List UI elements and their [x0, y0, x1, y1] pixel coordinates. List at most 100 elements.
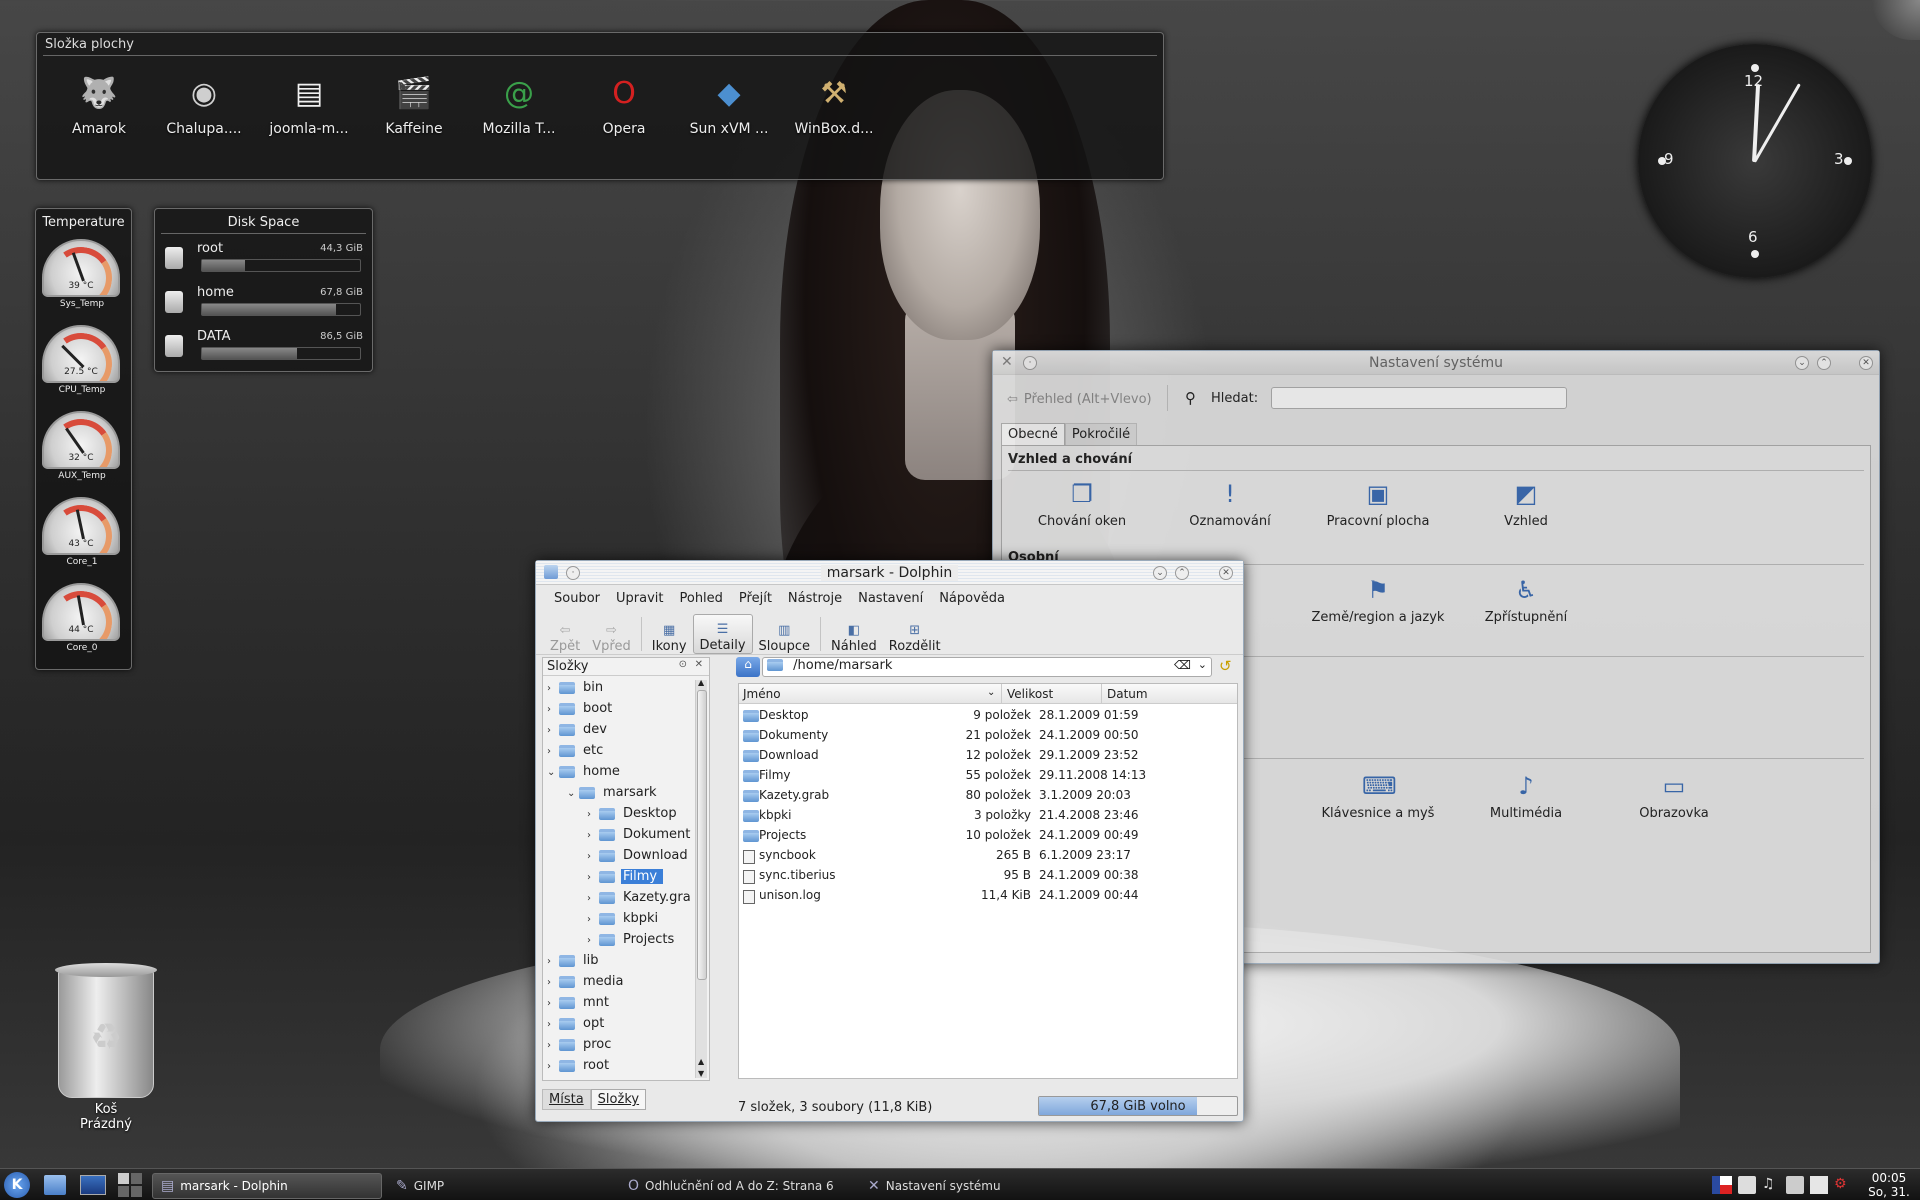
expand-arrow-icon[interactable]: › [547, 1019, 559, 1030]
expand-arrow-icon[interactable]: › [547, 704, 559, 715]
menu-item[interactable]: Pohled [671, 591, 730, 606]
settings-category[interactable]: ▣ Pracovní plocha [1308, 478, 1448, 529]
network-icon[interactable] [1786, 1176, 1804, 1194]
file-row[interactable]: Download 12 položek 29.1.2009 23:52 [741, 748, 1147, 764]
tree-item[interactable]: › bin [547, 680, 609, 697]
tree-item[interactable]: › root [547, 1058, 615, 1075]
file-row[interactable]: kbpki 3 položky 21.4.2008 23:46 [741, 808, 1147, 824]
toolbar-button[interactable]: ◧ Náhled [825, 614, 883, 654]
file-row[interactable]: syncbook 265 B 6.1.2009 23:17 [741, 848, 1147, 864]
tree-item[interactable]: › opt [547, 1016, 610, 1033]
desktop-icon[interactable]: @ Mozilla T... [471, 69, 567, 138]
scroll-up-icon[interactable]: ▲ [698, 678, 704, 687]
desktop-icon[interactable]: ▤ joomla-m... [261, 69, 357, 138]
dolphin-close-button[interactable]: ✕ [1219, 566, 1233, 580]
tree-item[interactable]: › Kazety.grab [587, 890, 691, 907]
tree-item[interactable]: › mnt [547, 995, 615, 1012]
panel-float-icon[interactable]: ⊙ [679, 659, 687, 670]
settings-category[interactable]: ⌨ Klávesnice a myš [1308, 770, 1448, 821]
toolbar-button[interactable]: ⇨ Vpřed [586, 614, 636, 654]
tree-item[interactable]: › Filmy [587, 869, 664, 886]
menu-item[interactable]: Nástroje [780, 591, 850, 606]
taskbar-task[interactable]: ✎ GIMP [388, 1173, 608, 1199]
settings-category[interactable]: ♿ Zpřístupnění [1456, 574, 1596, 625]
desktop-icon[interactable]: ◉ Chalupa.... [156, 69, 252, 138]
expand-arrow-icon[interactable]: › [547, 1040, 559, 1051]
expand-arrow-icon[interactable]: › [587, 914, 599, 925]
toolbar-button[interactable]: ☰ Detaily [692, 614, 753, 654]
app-icon[interactable]: @ [495, 69, 543, 117]
tree-item[interactable]: › Desktop [587, 806, 683, 823]
settings-minimize-button[interactable]: ⌄ [1795, 356, 1809, 370]
tab-advanced[interactable]: Pokročilé [1064, 423, 1138, 445]
tree-scrollbar[interactable]: ▲ ▲ ▼ [695, 678, 707, 1078]
tree-item[interactable]: › Download [587, 848, 691, 865]
toolbar-button[interactable]: ⇦ Zpět [544, 614, 586, 654]
desktop-icon[interactable]: O Opera [576, 69, 672, 138]
file-row[interactable]: Projects 10 položek 24.1.2009 00:49 [741, 828, 1147, 844]
pager-icon[interactable] [118, 1173, 142, 1197]
desktop-icon[interactable]: ◆ Sun xVM ... [681, 69, 777, 138]
update-notifier-icon[interactable]: ⚙ [1834, 1176, 1852, 1194]
tab-places[interactable]: Místa [542, 1089, 591, 1110]
taskbar-task[interactable]: ✕ Nastavení systému [860, 1173, 1060, 1199]
file-row[interactable]: Dokumenty 21 položek 24.1.2009 00:50 [741, 728, 1147, 744]
tree-item[interactable]: ⌄ marsark [567, 785, 663, 802]
dolphin-minimize-button[interactable]: ⌄ [1153, 566, 1167, 580]
app-icon[interactable]: O [600, 69, 648, 117]
expand-arrow-icon[interactable]: › [547, 746, 559, 757]
app-icon[interactable]: 🐺 [75, 69, 123, 117]
toolbar-button[interactable]: ⊞ Rozdělit [883, 614, 947, 654]
dolphin-titlebar[interactable]: · marsark - Dolphin ⌄ ⌃ ✕ [536, 561, 1243, 585]
toolbar-button[interactable]: ▦ Ikony [646, 614, 693, 654]
column-size-header[interactable]: Velikost [1007, 687, 1053, 701]
expand-arrow-icon[interactable]: › [587, 872, 599, 883]
settings-close-button[interactable]: ✕ [1859, 356, 1873, 370]
column-date-header[interactable]: Datum [1107, 687, 1148, 701]
expand-arrow-icon[interactable]: ⌄ [567, 788, 579, 799]
expand-arrow-icon[interactable]: › [547, 956, 559, 967]
app-icon[interactable]: ⚒ [810, 69, 858, 117]
show-desktop-icon[interactable] [80, 1175, 106, 1195]
settings-titlebar[interactable]: ✕ · Nastavení systému ⌄ ⌃ ✕ [993, 351, 1879, 375]
location-dropdown-icon[interactable]: ⌄ [1198, 658, 1207, 671]
settings-maximize-button[interactable]: ⌃ [1817, 356, 1831, 370]
file-row[interactable]: Kazety.grab 80 položek 3.1.2009 20:03 [741, 788, 1147, 804]
file-row[interactable]: unison.log 11,4 KiB 24.1.2009 00:44 [741, 888, 1147, 904]
tab-general[interactable]: Obecné [1001, 423, 1065, 445]
tree-item[interactable]: › proc [547, 1037, 617, 1054]
expand-arrow-icon[interactable]: › [547, 683, 559, 694]
tree-item[interactable]: ⌄ home [547, 764, 626, 781]
dolphin-launcher-icon[interactable] [44, 1175, 66, 1195]
switch-to-editable-icon[interactable]: ↺ [1219, 657, 1232, 675]
menu-item[interactable]: Přejít [731, 591, 780, 606]
menu-item[interactable]: Soubor [546, 591, 608, 606]
digital-clock[interactable]: 00:05 So, 31. led [1860, 1171, 1918, 1200]
expand-arrow-icon[interactable]: › [587, 830, 599, 841]
clear-location-icon[interactable]: ⌫ [1174, 658, 1191, 672]
dolphin-maximize-button[interactable]: ⌃ [1175, 566, 1189, 580]
klipper-icon[interactable] [1738, 1176, 1756, 1194]
settings-category[interactable]: ♪ Multimédia [1456, 770, 1596, 821]
panel-close-icon[interactable]: ✕ [695, 659, 703, 670]
settings-category[interactable]: ! Oznamování [1160, 478, 1300, 529]
expand-arrow-icon[interactable]: › [587, 935, 599, 946]
location-bar[interactable]: /home/marsark ⌫ ⌄ [762, 657, 1212, 677]
scroll-up-icon-bottom[interactable]: ▲ [698, 1057, 704, 1066]
settings-category[interactable]: ⚑ Země/region a jazyk [1308, 574, 1448, 625]
tree-item[interactable]: › Projects [587, 932, 680, 949]
tree-scrollbar-thumb[interactable] [697, 690, 707, 980]
app-icon[interactable]: ◆ [705, 69, 753, 117]
expand-arrow-icon[interactable]: › [587, 809, 599, 820]
expand-arrow-icon[interactable]: › [547, 1061, 559, 1072]
settings-overview-button[interactable]: ⇦ Přehled (Alt+Vlevo) [1007, 387, 1152, 411]
tree-item[interactable]: › media [547, 974, 630, 991]
desktop-icon[interactable]: ⚒ WinBox.d... [786, 69, 882, 138]
settings-search-input[interactable] [1271, 387, 1567, 409]
expand-arrow-icon[interactable]: › [547, 725, 559, 736]
app-icon[interactable]: 🎬 [390, 69, 438, 117]
home-icon[interactable]: ⌂ [736, 657, 760, 677]
expand-arrow-icon[interactable]: › [587, 893, 599, 904]
trash-icon-container[interactable]: ♻ Koš Prázdný [54, 963, 158, 1132]
file-row[interactable]: sync.tiberius 95 B 24.1.2009 00:38 [741, 868, 1147, 884]
